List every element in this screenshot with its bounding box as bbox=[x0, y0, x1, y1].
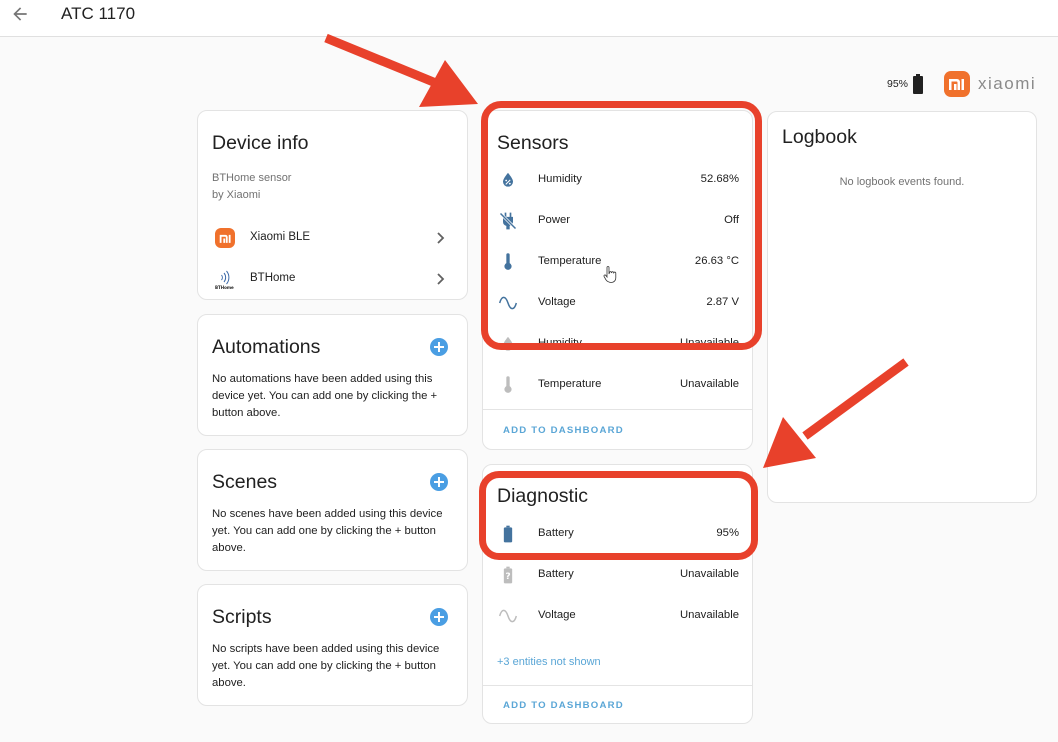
entity-name: Temperature bbox=[538, 378, 602, 390]
automations-empty-text: No automations have been added using thi… bbox=[212, 373, 438, 419]
automations-title: Automations bbox=[212, 336, 321, 358]
power-plug-off-icon bbox=[499, 212, 517, 230]
scripts-title: Scripts bbox=[212, 606, 272, 628]
thermometer-icon bbox=[504, 253, 512, 270]
scenes-card: Scenes No scenes have been added using t… bbox=[197, 449, 468, 571]
scenes-empty-text: No scenes have been added using this dev… bbox=[212, 508, 443, 554]
integration-label: BTHome bbox=[250, 272, 296, 284]
add-automation-button[interactable] bbox=[430, 338, 448, 356]
hand-pointer-cursor-icon bbox=[603, 266, 617, 283]
top-app-bar: ATC 1170 bbox=[0, 0, 1058, 37]
entity-name: Humidity bbox=[538, 173, 582, 185]
entity-row-battery[interactable]: Battery 95% bbox=[483, 514, 752, 554]
entity-row-humidity-unavailable[interactable]: Humidity Unavailable bbox=[483, 324, 752, 364]
card-divider bbox=[483, 685, 752, 686]
add-to-dashboard-button[interactable]: ADD TO DASHBOARD bbox=[503, 425, 624, 436]
entity-value: 95% bbox=[716, 527, 739, 539]
device-model: BTHome sensor bbox=[212, 172, 292, 184]
xiaomi-logo-icon bbox=[944, 71, 971, 97]
automations-card: Automations No automations have been add… bbox=[197, 314, 468, 436]
entity-value: Unavailable bbox=[679, 568, 739, 580]
entity-row-voltage-unavailable[interactable]: Voltage Unavailable bbox=[483, 596, 752, 636]
xiaomi-mi-logo-icon bbox=[215, 228, 235, 248]
entity-name: Temperature bbox=[538, 255, 602, 267]
device-brand-header: 95% xiaomi bbox=[887, 70, 1036, 98]
water-percent-icon bbox=[503, 172, 513, 187]
entity-name: Battery bbox=[538, 568, 574, 580]
water-percent-icon bbox=[503, 336, 513, 351]
add-to-dashboard-button[interactable]: ADD TO DASHBOARD bbox=[503, 700, 624, 711]
add-scene-button[interactable] bbox=[430, 473, 448, 491]
scripts-empty-text: No scripts have been added using this de… bbox=[212, 643, 440, 689]
annotation-arrow-sensors bbox=[324, 33, 478, 107]
logbook-title: Logbook bbox=[782, 126, 857, 148]
entity-value: Unavailable bbox=[679, 378, 739, 390]
diagnostic-card: Diagnostic Battery 95% ? Battery Unavail… bbox=[482, 464, 753, 724]
sensors-title: Sensors bbox=[497, 132, 569, 154]
page-title: ATC 1170 bbox=[61, 4, 136, 23]
brand-name: xiaomi bbox=[978, 74, 1037, 93]
diagnostic-title: Diagnostic bbox=[497, 485, 589, 507]
entity-value: 2.87 V bbox=[706, 296, 739, 308]
entity-row-power[interactable]: Power Off bbox=[483, 201, 752, 241]
entity-row-temperature[interactable]: Temperature 26.63 °C bbox=[483, 242, 752, 282]
sine-wave-icon bbox=[498, 296, 518, 310]
battery-icon bbox=[503, 525, 513, 543]
thermometer-icon bbox=[504, 376, 512, 393]
battery-percentage: 95% bbox=[887, 78, 909, 90]
entity-name: Voltage bbox=[538, 296, 576, 308]
entity-value: Off bbox=[724, 214, 739, 226]
entity-name: Battery bbox=[538, 527, 574, 539]
integration-label: Xiaomi BLE bbox=[250, 231, 311, 243]
logbook-card: Logbook No logbook events found. bbox=[767, 111, 1037, 503]
device-manufacturer: by Xiaomi bbox=[212, 189, 261, 201]
sine-wave-icon bbox=[498, 609, 518, 623]
battery-icon bbox=[913, 74, 924, 94]
entity-value: Unavailable bbox=[679, 609, 739, 621]
integration-xiaomi-ble[interactable]: Xiaomi BLE bbox=[198, 218, 467, 258]
entity-value: 26.63 °C bbox=[694, 255, 739, 267]
svg-text:BTHome: BTHome bbox=[215, 285, 234, 290]
device-info-title: Device info bbox=[212, 132, 309, 154]
entity-value: Unavailable bbox=[679, 337, 739, 349]
card-divider bbox=[483, 409, 752, 410]
device-info-card: Device info BTHome sensor by Xiaomi Xiao… bbox=[197, 110, 468, 300]
arrow-left-icon bbox=[13, 7, 27, 21]
entity-value: 52.68% bbox=[700, 173, 739, 185]
entity-row-battery-unavailable[interactable]: ? Battery Unavailable bbox=[483, 555, 752, 595]
scripts-card: Scripts No scripts have been added using… bbox=[197, 584, 468, 706]
chevron-right-icon bbox=[437, 273, 445, 285]
entity-row-temperature-unavailable[interactable]: Temperature Unavailable bbox=[483, 365, 752, 405]
entity-name: Humidity bbox=[538, 337, 582, 349]
entity-name: Power bbox=[538, 214, 571, 226]
logbook-empty-text: No logbook events found. bbox=[839, 176, 965, 188]
scenes-title: Scenes bbox=[212, 471, 278, 493]
entity-row-humidity[interactable]: Humidity 52.68% bbox=[483, 160, 752, 200]
entity-row-voltage[interactable]: Voltage 2.87 V bbox=[483, 283, 752, 323]
sensors-card: Sensors Humidity 52.68% Power Off Temper… bbox=[482, 110, 753, 450]
chevron-right-icon bbox=[437, 232, 445, 244]
hidden-entities-link[interactable]: +3 entities not shown bbox=[497, 656, 601, 668]
add-script-button[interactable] bbox=[430, 608, 448, 626]
battery-unknown-icon: ? bbox=[503, 566, 513, 584]
integration-bthome[interactable]: BTHome BTHome bbox=[198, 259, 467, 299]
back-button[interactable] bbox=[10, 4, 30, 24]
svg-text:?: ? bbox=[505, 571, 510, 582]
bthome-logo-icon: BTHome bbox=[215, 270, 234, 290]
entity-name: Voltage bbox=[538, 609, 576, 621]
